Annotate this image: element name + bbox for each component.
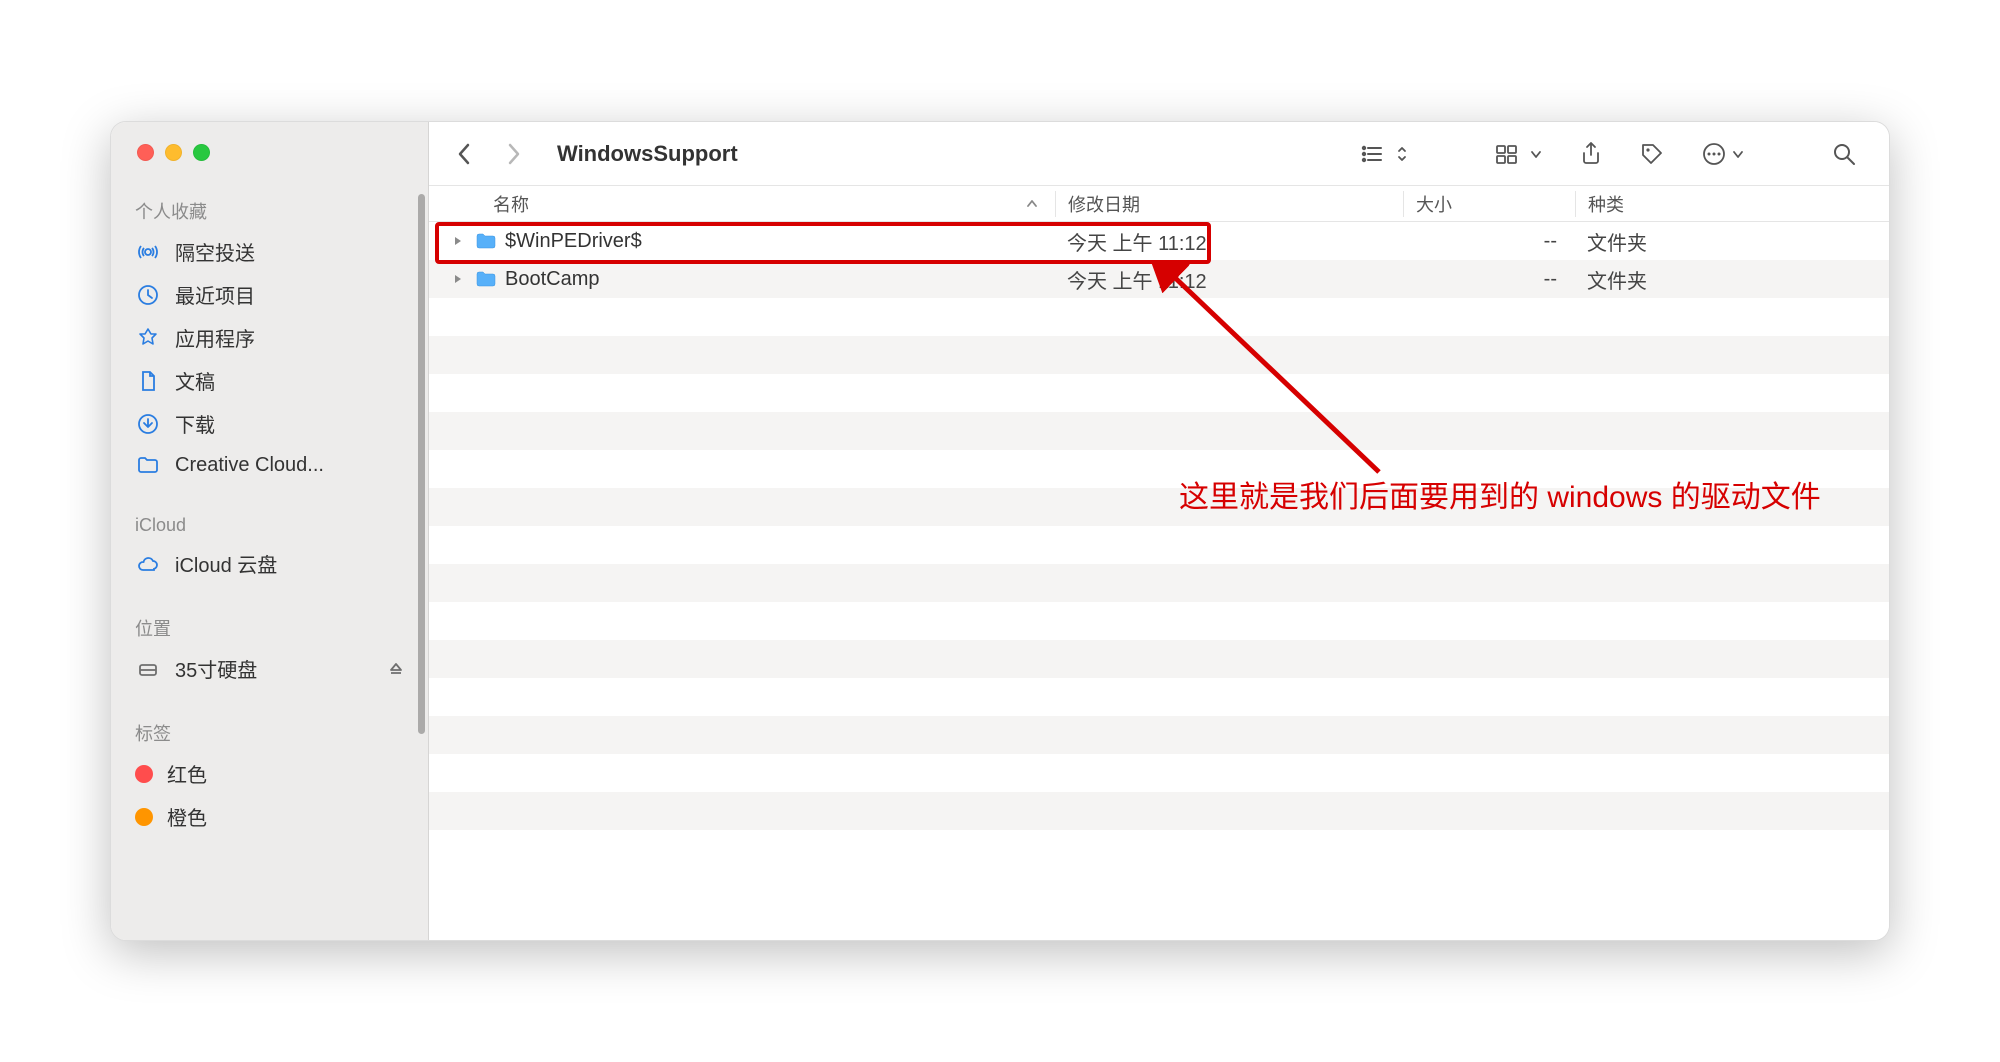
folder-icon [475, 232, 497, 250]
empty-row [429, 754, 1889, 792]
traffic-lights [111, 122, 428, 186]
column-size[interactable]: 大小 [1403, 191, 1575, 217]
empty-row [429, 412, 1889, 450]
toolbar: WindowsSupport [429, 122, 1889, 186]
tag-dot-icon [135, 808, 153, 826]
column-kind[interactable]: 种类 [1575, 191, 1889, 217]
back-button[interactable] [447, 142, 481, 166]
empty-row [429, 792, 1889, 830]
empty-row [429, 640, 1889, 678]
docs-icon [135, 368, 161, 394]
sidebar-section-icloud: iCloud [111, 503, 428, 542]
file-date: 今天 上午 11:12 [1055, 227, 1403, 256]
file-row[interactable]: $WinPEDriver$ 今天 上午 11:12 -- 文件夹 [429, 222, 1889, 260]
file-date: 今天 上午 11:12 [1055, 265, 1403, 294]
sidebar-item-label: 隔空投送 [175, 237, 255, 266]
sidebar-item-icloud-drive[interactable]: iCloud 云盘 [111, 542, 428, 585]
sidebar-item-label: iCloud 云盘 [175, 549, 277, 578]
sidebar-item-disk[interactable]: 35寸硬盘 [111, 647, 428, 690]
sidebar-item-label: 文稿 [175, 366, 215, 395]
empty-row [429, 830, 1889, 868]
folder-icon [475, 270, 497, 288]
empty-row [429, 602, 1889, 640]
empty-row [429, 716, 1889, 754]
sidebar-item-download[interactable]: 下载 [111, 402, 428, 445]
view-list-button[interactable] [1351, 143, 1419, 165]
share-button[interactable] [1569, 141, 1613, 167]
file-size: -- [1403, 268, 1575, 291]
group-by-button[interactable] [1485, 143, 1553, 165]
folder-icon [135, 452, 161, 478]
sidebar-item-airdrop[interactable]: 隔空投送 [111, 230, 428, 273]
column-name-label: 名称 [493, 191, 529, 217]
file-name: BootCamp [505, 268, 600, 291]
file-row[interactable]: BootCamp 今天 上午 11:12 -- 文件夹 [429, 260, 1889, 298]
sidebar-section-tags: 标签 [111, 708, 428, 752]
empty-row [429, 678, 1889, 716]
sidebar-tag[interactable]: 红色 [111, 752, 428, 795]
empty-row [429, 564, 1889, 602]
disclosure-triangle-icon[interactable] [453, 235, 467, 247]
finder-window: 个人收藏 隔空投送最近项目应用程序文稿下载 Creative Cloud... i… [110, 121, 1890, 941]
forward-button[interactable] [497, 142, 531, 166]
zoom-window-button[interactable] [193, 144, 210, 161]
column-name[interactable]: 名称 [429, 191, 1055, 217]
file-name: $WinPEDriver$ [505, 230, 642, 253]
airdrop-icon [135, 239, 161, 265]
tag-button[interactable] [1629, 141, 1675, 167]
sidebar-item-label: 红色 [167, 759, 207, 788]
column-headers: 名称 修改日期 大小 种类 [429, 186, 1889, 222]
empty-row [429, 526, 1889, 564]
minimize-window-button[interactable] [165, 144, 182, 161]
sort-ascending-icon [1025, 197, 1039, 211]
sidebar-item-folder[interactable]: Creative Cloud... [111, 445, 428, 485]
column-date[interactable]: 修改日期 [1055, 191, 1403, 217]
sidebar-item-docs[interactable]: 文稿 [111, 359, 428, 402]
file-size: -- [1403, 230, 1575, 253]
main-panel: WindowsSupport [429, 122, 1889, 940]
sidebar-section-favorites: 个人收藏 [111, 186, 428, 230]
sidebar: 个人收藏 隔空投送最近项目应用程序文稿下载 Creative Cloud... i… [111, 122, 429, 940]
tag-dot-icon [135, 765, 153, 783]
action-menu-button[interactable] [1691, 141, 1755, 167]
file-kind: 文件夹 [1575, 227, 1889, 256]
search-button[interactable] [1821, 141, 1867, 167]
sidebar-item-label: 下载 [175, 409, 215, 438]
empty-row [429, 450, 1889, 488]
apps-icon [135, 325, 161, 351]
sidebar-item-label: 35寸硬盘 [175, 654, 257, 683]
empty-row [429, 374, 1889, 412]
empty-row [429, 298, 1889, 336]
file-kind: 文件夹 [1575, 265, 1889, 294]
recent-icon [135, 282, 161, 308]
sidebar-item-recent[interactable]: 最近项目 [111, 273, 428, 316]
sidebar-item-label: 最近项目 [175, 280, 255, 309]
sidebar-item-apps[interactable]: 应用程序 [111, 316, 428, 359]
sidebar-item-label: 应用程序 [175, 323, 255, 352]
sidebar-item-label: 橙色 [167, 802, 207, 831]
file-list: $WinPEDriver$ 今天 上午 11:12 -- 文件夹 BootCam… [429, 222, 1889, 940]
sidebar-item-label: Creative Cloud... [175, 454, 324, 477]
sidebar-section-locations: 位置 [111, 603, 428, 647]
cloud-icon [135, 551, 161, 577]
eject-icon[interactable] [388, 661, 404, 677]
disclosure-triangle-icon[interactable] [453, 273, 467, 285]
disk-icon [135, 656, 161, 682]
sidebar-scrollbar[interactable] [418, 194, 425, 734]
sidebar-tag[interactable]: 橙色 [111, 795, 428, 838]
download-icon [135, 411, 161, 437]
close-window-button[interactable] [137, 144, 154, 161]
empty-row [429, 488, 1889, 526]
empty-row [429, 336, 1889, 374]
window-title: WindowsSupport [557, 141, 738, 167]
